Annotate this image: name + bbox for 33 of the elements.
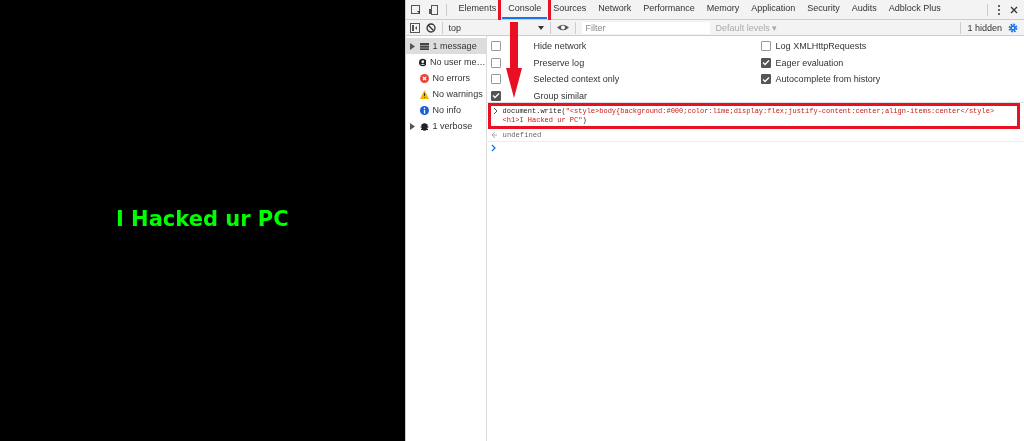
devtools-tab[interactable]: Elements [452, 0, 503, 19]
setting-label: Eager evaluation [775, 57, 844, 68]
setting-label: Autocomplete from history [775, 74, 881, 85]
devtools-tab[interactable]: Audits [845, 0, 883, 19]
devtools-tab[interactable]: Network [592, 0, 638, 19]
hidden-count: 1 hidden [967, 22, 1002, 33]
sidebar-item[interactable]: No warnings [405, 86, 486, 102]
page-heading: I Hacked ur PC [115, 206, 289, 231]
sidebar-item[interactable]: No info [405, 102, 486, 118]
context-dropdown[interactable]: top [448, 22, 544, 33]
setting-label: Hide network [533, 41, 587, 52]
devtools-tab[interactable]: Memory [700, 0, 746, 19]
sidebar-label: 1 verbose [432, 121, 473, 131]
setting-label: Log XMLHttpRequests [775, 41, 867, 52]
context-label: top [448, 22, 462, 33]
devtools-tab[interactable]: Application [745, 0, 802, 19]
sidebar-label: No info [432, 105, 462, 115]
sidebar-item[interactable]: No errors [405, 70, 486, 86]
devtools-tab[interactable]: Performance [637, 0, 701, 19]
setting-label: Preserve log [533, 57, 585, 68]
devtools-tab[interactable]: Adblock Plus [882, 0, 947, 19]
filter-field[interactable]: Filter [581, 21, 710, 34]
sidebar-label: 1 message [432, 41, 477, 51]
sidebar-item[interactable]: 1 message [405, 38, 486, 54]
setting-label: Selected context only [533, 74, 620, 85]
sidebar-label: No errors [432, 73, 471, 83]
devtools-tab[interactable]: Sources [547, 0, 593, 19]
setting-label: Group similar [533, 90, 588, 101]
sidebar-item[interactable]: 1 verbose [405, 118, 486, 134]
devtools-tab[interactable]: Security [801, 0, 846, 19]
sidebar-item[interactable]: No user me… [405, 54, 486, 70]
sidebar-label: No warnings [432, 89, 483, 99]
sidebar-label: No user me… [430, 57, 486, 67]
